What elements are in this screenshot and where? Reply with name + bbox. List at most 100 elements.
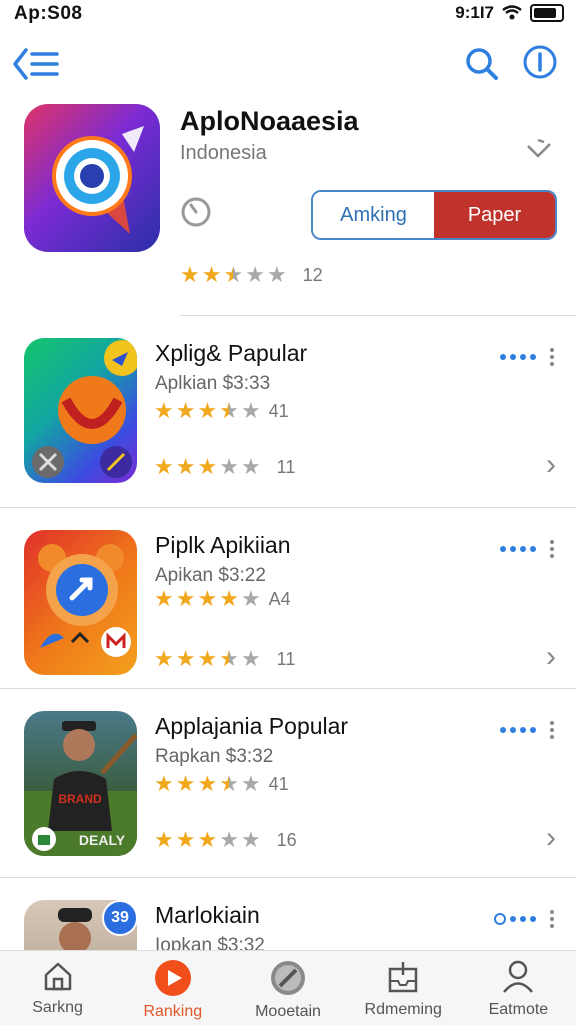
featured-rating-count: 12 bbox=[302, 265, 323, 285]
svg-text:BRAND: BRAND bbox=[58, 792, 102, 806]
featured-rating: ★ ★ ★ ★ ★ 12 bbox=[180, 264, 323, 286]
star-icon: ★ bbox=[197, 586, 218, 611]
home-icon bbox=[44, 962, 71, 991]
featured-app: AploNoaaesia Indonesia Amking Paper ★ ★ ★ ★… bbox=[0, 96, 576, 316]
info-icon[interactable] bbox=[522, 44, 558, 80]
play-icon bbox=[154, 960, 191, 996]
app-price: Aplkian $3:33 bbox=[155, 373, 271, 394]
rating-top-count: A4 bbox=[268, 589, 291, 609]
star-icon: ★ bbox=[245, 262, 265, 287]
tab-rdmeming[interactable]: Rdmeming bbox=[346, 951, 461, 1025]
star-icon: ★ bbox=[175, 771, 196, 796]
rating-bottom: ★ ★ ★ ★ ★ 16 bbox=[154, 829, 297, 851]
svg-text:DEALY: DEALY bbox=[79, 832, 126, 848]
star-icon: ★ bbox=[240, 646, 261, 671]
back-icon[interactable] bbox=[12, 44, 60, 84]
star-icon: ★ bbox=[240, 827, 261, 852]
star-icon: ★ bbox=[154, 398, 174, 423]
rating-top: ★ ★ ★ ★ ★ 41 bbox=[154, 400, 289, 422]
star-icon: ★ bbox=[175, 827, 196, 852]
divider bbox=[180, 315, 576, 316]
star-icon: ★ bbox=[197, 771, 218, 796]
list-item[interactable]: Piplk Apikiian Apikan $3:22 ★ ★ ★ ★ ★ A4 ★ ★ ★… bbox=[0, 510, 576, 690]
star-icon: ★ bbox=[175, 454, 196, 479]
star-icon: ★ bbox=[197, 827, 218, 852]
rating-top-count: 41 bbox=[268, 401, 289, 421]
star-icon: ★ bbox=[219, 398, 239, 423]
star-icon: ★ bbox=[197, 454, 218, 479]
wifi-icon bbox=[502, 5, 522, 20]
more-options[interactable] bbox=[500, 540, 554, 558]
segment-amking[interactable]: Amking bbox=[313, 192, 434, 238]
compass-icon bbox=[271, 961, 305, 995]
app-logo-icon bbox=[52, 126, 144, 234]
segmented-control: Amking Paper bbox=[311, 190, 557, 240]
star-icon: ★ bbox=[175, 646, 196, 671]
app-art-icon bbox=[38, 544, 131, 657]
star-icon: ★ bbox=[197, 398, 218, 423]
star-icon: ★ bbox=[197, 646, 218, 671]
tab-label: Ranking bbox=[143, 1003, 203, 1020]
star-icon: ★ bbox=[266, 262, 287, 287]
divider bbox=[0, 507, 576, 508]
search-icon[interactable] bbox=[464, 46, 500, 82]
segment-paper[interactable]: Paper bbox=[434, 192, 555, 238]
star-icon: ★ bbox=[219, 454, 239, 479]
tab-label: Eatmote bbox=[488, 1001, 549, 1018]
featured-app-subtitle: Indonesia bbox=[180, 142, 267, 164]
app-title: Marlokiain bbox=[155, 902, 260, 928]
notification-badge: 39 bbox=[102, 900, 138, 936]
app-icon bbox=[24, 530, 137, 675]
more-options[interactable] bbox=[494, 910, 554, 928]
app-icon bbox=[24, 338, 137, 483]
star-icon: ★ bbox=[154, 586, 174, 611]
more-options[interactable] bbox=[500, 348, 554, 366]
person-icon bbox=[503, 960, 534, 993]
battery-icon bbox=[530, 4, 564, 22]
inbox-icon bbox=[388, 962, 418, 993]
tab-label: Rdmeming bbox=[364, 1001, 442, 1018]
rating-bottom-count: 11 bbox=[276, 649, 296, 669]
tab-eatmote[interactable]: Eatmote bbox=[461, 951, 576, 1025]
chevron-right-icon[interactable]: › bbox=[546, 448, 556, 482]
divider bbox=[0, 877, 576, 878]
star-icon: ★ bbox=[175, 586, 196, 611]
star-icon: ★ bbox=[223, 262, 244, 287]
chevron-right-icon[interactable]: › bbox=[546, 640, 556, 674]
tab-ranking[interactable]: Ranking bbox=[115, 951, 230, 1025]
more-options[interactable] bbox=[500, 721, 554, 739]
featured-app-icon[interactable] bbox=[24, 104, 160, 252]
tab-sarkng[interactable]: Sarkng bbox=[0, 951, 115, 1025]
star-icon: ★ bbox=[154, 646, 174, 671]
star-icon: ★ bbox=[219, 771, 239, 796]
tag-icon[interactable] bbox=[524, 136, 554, 164]
app-art-icon bbox=[32, 340, 137, 478]
star-icon: ★ bbox=[240, 586, 261, 611]
list-item[interactable]: 39 Marlokiain Iopkan $3:32 bbox=[0, 880, 576, 950]
list-item[interactable]: Xplig& Papular Aplkian $3:33 ★ ★ ★ ★ ★ 41 ★ ★… bbox=[0, 318, 576, 498]
star-icon: ★ bbox=[175, 398, 196, 423]
rating-bottom-count: 11 bbox=[276, 457, 296, 477]
featured-app-title: AploNoaaesia bbox=[180, 106, 359, 136]
app-title: Applajania Popular bbox=[155, 713, 349, 739]
tab-mooetain[interactable]: Mooetain bbox=[230, 951, 345, 1025]
app-icon: BRAND DEALY bbox=[24, 711, 137, 856]
app-art-icon: BRAND DEALY bbox=[24, 721, 137, 856]
status-right-text: 9:1I7 bbox=[455, 3, 494, 22]
nav-bar bbox=[0, 40, 576, 90]
star-icon: ★ bbox=[240, 454, 261, 479]
rating-top: ★ ★ ★ ★ ★ A4 bbox=[154, 588, 291, 610]
list-item[interactable]: BRAND DEALY Applajania Popular Rapkan $3… bbox=[0, 691, 576, 871]
star-icon: ★ bbox=[219, 827, 239, 852]
app-title: Xplig& Papular bbox=[155, 340, 308, 366]
star-icon: ★ bbox=[154, 771, 174, 796]
status-bar: Ap:S08 9:1I7 bbox=[0, 0, 576, 30]
tab-bar: Sarkng Ranking Mooetain Rdmeming Eatmote bbox=[0, 950, 576, 1025]
rating-bottom: ★ ★ ★ ★ ★ 11 bbox=[154, 456, 295, 478]
chevron-right-icon[interactable]: › bbox=[546, 821, 556, 855]
rating-top: ★ ★ ★ ★ ★ 41 bbox=[154, 773, 289, 795]
app-title: Piplk Apikiian bbox=[155, 532, 291, 558]
divider bbox=[0, 688, 576, 689]
tab-label: Sarkng bbox=[32, 999, 83, 1016]
app-price: Iopkan $3:32 bbox=[155, 935, 265, 950]
